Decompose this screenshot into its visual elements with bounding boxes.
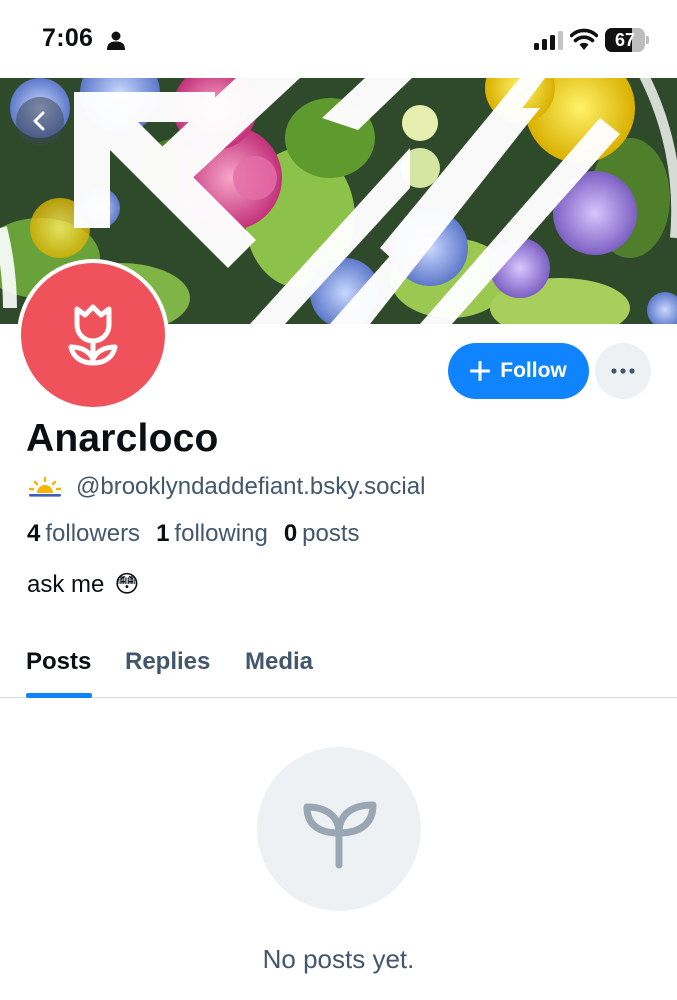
avatar[interactable] xyxy=(17,259,169,411)
posts-stat: 0 posts xyxy=(284,520,360,548)
status-bar: 7:06 67 xyxy=(0,0,677,78)
chevron-left-icon xyxy=(33,111,45,131)
following-label: following xyxy=(174,520,268,547)
tulip-icon xyxy=(68,304,118,366)
sunrise-icon xyxy=(28,476,62,497)
ellipsis-icon xyxy=(611,368,635,374)
tab-posts[interactable]: Posts xyxy=(26,648,91,676)
following-count: 1 xyxy=(156,520,170,547)
follow-button[interactable]: Follow xyxy=(448,343,589,399)
plus-icon xyxy=(470,361,491,381)
active-tab-indicator xyxy=(26,693,92,698)
status-time: 7:06 xyxy=(42,24,94,52)
display-name: Anarcloco xyxy=(26,417,219,460)
handle-row: @brooklyndaddefiant.bsky.social xyxy=(28,472,425,502)
posts-label: posts xyxy=(302,520,360,547)
profile-stats: 4 followers 1 following 0 posts xyxy=(27,520,376,548)
back-button[interactable] xyxy=(16,97,64,145)
tab-replies[interactable]: Replies xyxy=(125,648,210,676)
bio-emoji: 😳 xyxy=(114,571,140,598)
followers-label: followers xyxy=(45,520,141,547)
sprout-icon xyxy=(303,801,377,869)
empty-state-message: No posts yet. xyxy=(262,944,415,974)
tab-media[interactable]: Media xyxy=(245,648,313,676)
empty-state-graphic xyxy=(257,747,421,911)
followers-stat[interactable]: 4 followers xyxy=(27,520,140,548)
followers-count: 4 xyxy=(27,520,41,547)
battery-icon: 67 xyxy=(605,28,649,52)
follow-label: Follow xyxy=(500,359,567,382)
posts-count: 0 xyxy=(283,520,298,547)
following-stat[interactable]: 1 following xyxy=(156,520,268,548)
bio: ask me 😳 xyxy=(27,570,139,599)
handle-text[interactable]: @brooklyndaddefiant.bsky.social xyxy=(76,473,425,501)
battery-percent: 67 xyxy=(614,30,636,50)
signal-icon xyxy=(534,31,563,50)
profile-tabs: Posts Replies Media xyxy=(0,630,677,698)
more-options-button[interactable] xyxy=(595,343,651,399)
bio-text: ask me xyxy=(27,570,105,598)
person-icon xyxy=(107,31,125,50)
wifi-icon xyxy=(570,28,598,50)
